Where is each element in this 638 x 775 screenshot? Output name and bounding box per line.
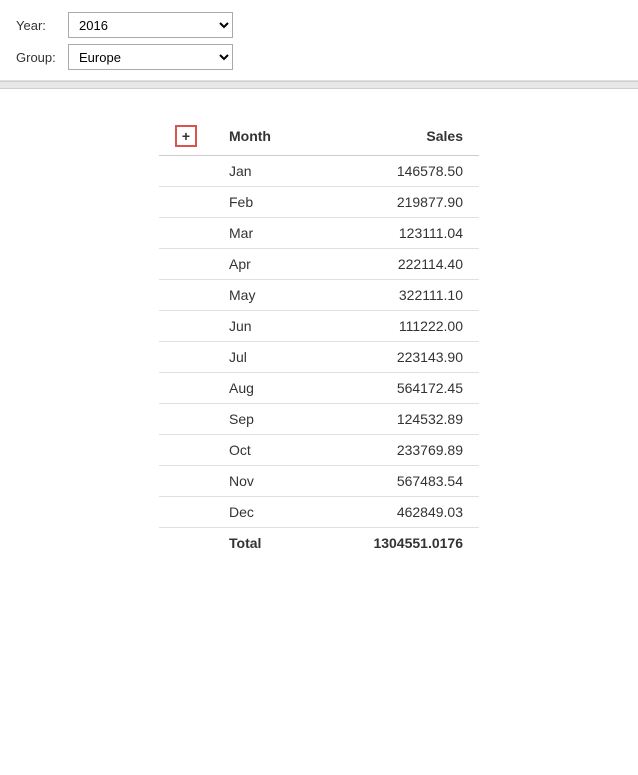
row-expand-cell: [159, 497, 213, 528]
sales-cell: 322111.10: [314, 280, 479, 311]
sales-cell: 462849.03: [314, 497, 479, 528]
table-container: + Month Sales Jan146578.50Feb219877.90Ma…: [0, 89, 638, 558]
year-select[interactable]: 2016 2015 2017 2018: [68, 12, 233, 38]
table-row: Sep124532.89: [159, 404, 479, 435]
month-cell: Apr: [213, 249, 314, 280]
row-expand-cell: [159, 342, 213, 373]
table-row: Jul223143.90: [159, 342, 479, 373]
sales-header: Sales: [314, 119, 479, 156]
row-expand-cell: [159, 218, 213, 249]
table-row: Aug564172.45: [159, 373, 479, 404]
sales-cell: 564172.45: [314, 373, 479, 404]
row-expand-cell: [159, 280, 213, 311]
table-row: Jan146578.50: [159, 156, 479, 187]
row-expand-cell: [159, 249, 213, 280]
month-cell: Jan: [213, 156, 314, 187]
table-row: Nov567483.54: [159, 466, 479, 497]
month-cell: Oct: [213, 435, 314, 466]
row-expand-cell: [159, 156, 213, 187]
sales-cell: 124532.89: [314, 404, 479, 435]
row-expand-cell: [159, 466, 213, 497]
expand-header: +: [159, 119, 213, 156]
sales-cell: 223143.90: [314, 342, 479, 373]
row-expand-cell: [159, 373, 213, 404]
group-control-row: Group: Europe Americas Asia Global: [16, 44, 622, 70]
month-cell: Dec: [213, 497, 314, 528]
sales-cell: 146578.50: [314, 156, 479, 187]
table-row: Oct233769.89: [159, 435, 479, 466]
month-cell: May: [213, 280, 314, 311]
year-control-row: Year: 2016 2015 2017 2018: [16, 12, 622, 38]
month-cell: Aug: [213, 373, 314, 404]
table-row: Dec462849.03: [159, 497, 479, 528]
row-expand-cell: [159, 404, 213, 435]
table-row: Apr222114.40: [159, 249, 479, 280]
month-cell: Jul: [213, 342, 314, 373]
month-cell: Nov: [213, 466, 314, 497]
sales-table: + Month Sales Jan146578.50Feb219877.90Ma…: [159, 119, 479, 558]
sales-cell: 111222.00: [314, 311, 479, 342]
table-row: Jun111222.00: [159, 311, 479, 342]
total-value: 1304551.0176: [314, 528, 479, 559]
expand-icon[interactable]: +: [175, 125, 197, 147]
month-cell: Feb: [213, 187, 314, 218]
year-label: Year:: [16, 18, 68, 33]
sales-cell: 233769.89: [314, 435, 479, 466]
month-cell: Mar: [213, 218, 314, 249]
section-divider: [0, 81, 638, 89]
group-select[interactable]: Europe Americas Asia Global: [68, 44, 233, 70]
row-expand-cell: [159, 187, 213, 218]
sales-cell: 222114.40: [314, 249, 479, 280]
table-row: May322111.10: [159, 280, 479, 311]
month-cell: Jun: [213, 311, 314, 342]
sales-cell: 219877.90: [314, 187, 479, 218]
top-controls: Year: 2016 2015 2017 2018 Group: Europe …: [0, 0, 638, 81]
table-row: Mar123111.04: [159, 218, 479, 249]
month-header: Month: [213, 119, 314, 156]
total-row: Total1304551.0176: [159, 528, 479, 559]
table-row: Feb219877.90: [159, 187, 479, 218]
total-label: Total: [213, 528, 314, 559]
row-expand-cell: [159, 435, 213, 466]
total-icon-cell: [159, 528, 213, 559]
sales-cell: 123111.04: [314, 218, 479, 249]
group-label: Group:: [16, 50, 68, 65]
sales-cell: 567483.54: [314, 466, 479, 497]
row-expand-cell: [159, 311, 213, 342]
month-cell: Sep: [213, 404, 314, 435]
